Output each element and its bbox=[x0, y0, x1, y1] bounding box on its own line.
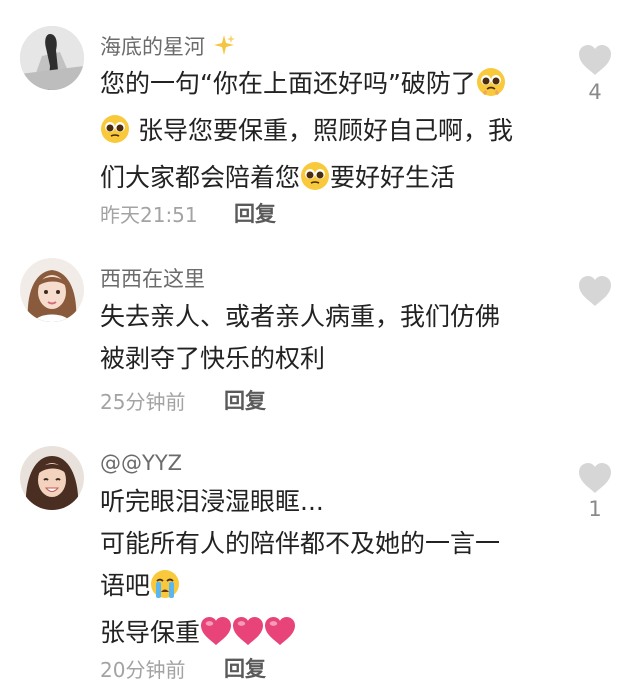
comment-line: 张导您要保重，照顾好自己啊，我 bbox=[100, 110, 550, 157]
comment-line: 们大家都会陪着您 要好好生活 bbox=[100, 157, 550, 204]
username[interactable]: @@YYZ bbox=[100, 451, 182, 475]
comment-line-text: 们大家都会陪着您 bbox=[100, 163, 301, 192]
comment-line-text: 要好好生活 bbox=[330, 163, 456, 192]
heart-icon bbox=[264, 616, 296, 659]
comment-line: 被剥夺了快乐的权利 bbox=[100, 344, 326, 373]
comment-line: 张导保重 bbox=[100, 612, 550, 659]
comment-line: 失去亲人、或者亲人病重，我们仿佛 bbox=[100, 302, 501, 331]
comment-timestamp: 25分钟前 bbox=[100, 390, 186, 414]
comment-text: 听完眼泪浸湿眼眶... 可能所有人的陪伴都不及她的一言一 语吧 张导保重 bbox=[100, 481, 550, 659]
like-heart-icon bbox=[579, 276, 611, 306]
reply-button[interactable]: 回复 bbox=[224, 385, 266, 415]
like-button[interactable] bbox=[578, 275, 612, 311]
avatar[interactable] bbox=[20, 258, 84, 322]
comment-line-text: 语吧 bbox=[100, 571, 151, 600]
username-text: 海底的星河 bbox=[100, 35, 205, 59]
like-button[interactable] bbox=[578, 44, 612, 80]
comment-line: 听完眼泪浸湿眼眶... bbox=[100, 487, 324, 516]
pleading-face-icon bbox=[100, 114, 130, 157]
comment-line-text: 张导您要保重，照顾好自己啊，我 bbox=[130, 116, 513, 145]
comment-line: 您的一句“你在上面还好吗”破防了 bbox=[100, 63, 550, 110]
crying-face-icon bbox=[150, 569, 180, 612]
like-count: 1 bbox=[588, 497, 602, 521]
username[interactable]: 西西在这里 bbox=[100, 263, 205, 293]
comment-line: 可能所有人的陪伴都不及她的一言一 bbox=[100, 529, 501, 558]
comment-text: 失去亲人、或者亲人病重，我们仿佛 被剥夺了快乐的权利 bbox=[100, 296, 550, 380]
comment-text: 您的一句“你在上面还好吗”破防了 张导您要保重，照顾好自己啊，我 们大家都会陪着… bbox=[100, 63, 550, 204]
comment-timestamp: 昨天21:51 bbox=[100, 203, 198, 227]
comment-line-text: 张导保重 bbox=[100, 618, 201, 647]
avatar[interactable] bbox=[20, 26, 84, 90]
comment-line: 语吧 bbox=[100, 565, 550, 612]
username[interactable]: 海底的星河 bbox=[100, 31, 236, 62]
like-heart-icon bbox=[579, 45, 611, 75]
reply-button[interactable]: 回复 bbox=[234, 198, 276, 228]
pleading-face-icon bbox=[300, 161, 330, 204]
avatar[interactable] bbox=[20, 446, 84, 510]
like-button[interactable] bbox=[578, 462, 612, 498]
reply-button[interactable]: 回复 bbox=[224, 653, 266, 683]
comment-timestamp: 20分钟前 bbox=[100, 658, 186, 682]
like-count: 4 bbox=[588, 80, 602, 104]
pleading-face-icon bbox=[476, 67, 506, 110]
comment-line-text: 您的一句“你在上面还好吗”破防了 bbox=[100, 69, 476, 98]
like-heart-icon bbox=[579, 463, 611, 493]
sparkle-icon bbox=[212, 33, 236, 62]
